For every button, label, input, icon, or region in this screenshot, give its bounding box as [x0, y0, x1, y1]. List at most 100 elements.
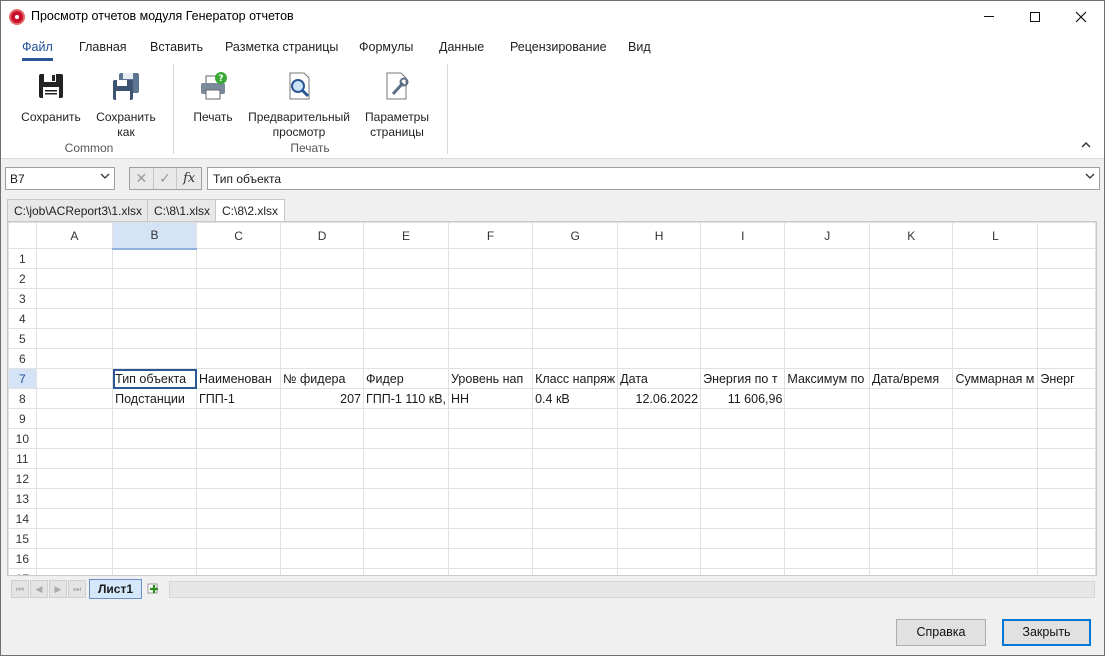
grid-cell[interactable] [700, 408, 786, 429]
grid-cell[interactable] [280, 528, 365, 549]
grid-cell[interactable]: Максимум по [784, 368, 871, 389]
grid-cell[interactable] [112, 548, 198, 569]
grid-cell[interactable] [35, 528, 114, 549]
grid-cell[interactable] [700, 428, 786, 449]
grid-cell[interactable]: НН [448, 388, 534, 409]
grid-cell[interactable] [196, 328, 282, 349]
grid-cell[interactable] [363, 468, 450, 489]
grid-cell[interactable] [280, 248, 365, 269]
grid-cell[interactable] [448, 268, 534, 289]
row-header[interactable]: 5 [8, 328, 37, 349]
doc-tab-3[interactable]: C:\8\2.xlsx [215, 199, 286, 222]
grid-cell[interactable] [363, 568, 450, 575]
grid-cell[interactable] [952, 428, 1039, 449]
row-header[interactable]: 11 [8, 448, 37, 469]
grid-cell[interactable] [196, 528, 282, 549]
grid-cell[interactable] [784, 568, 871, 575]
grid-cell[interactable] [196, 248, 282, 269]
grid-cell[interactable] [532, 548, 619, 569]
maximize-button[interactable] [1012, 1, 1058, 32]
grid-cell[interactable] [784, 428, 871, 449]
grid-cell[interactable] [700, 348, 786, 369]
horizontal-scrollbar[interactable] [169, 581, 1095, 598]
grid-cell[interactable] [448, 508, 534, 529]
grid-cell[interactable] [869, 348, 954, 369]
grid-cell[interactable] [617, 468, 702, 489]
grid-cell[interactable]: 11 606,96 [700, 388, 786, 409]
grid-cell[interactable] [869, 328, 954, 349]
tab-formulas[interactable]: Формулы [359, 40, 413, 54]
grid-cell[interactable] [784, 528, 871, 549]
grid-cell[interactable] [617, 268, 702, 289]
grid-cell[interactable] [700, 248, 786, 269]
grid-cell[interactable] [784, 508, 871, 529]
grid-cell[interactable]: ГПП-1 110 кВ, [363, 388, 450, 409]
grid-cell[interactable] [280, 348, 365, 369]
grid-cell[interactable] [532, 328, 619, 349]
grid-cell[interactable] [1037, 288, 1096, 309]
row-header[interactable]: 1 [8, 248, 37, 269]
grid-cell[interactable] [280, 308, 365, 329]
grid-cell[interactable] [35, 328, 114, 349]
column-header[interactable]: E [363, 222, 450, 249]
grid-cell[interactable] [952, 508, 1039, 529]
print-button[interactable]: ? Печать [189, 70, 237, 125]
grid-cell[interactable] [700, 488, 786, 509]
grid-cell[interactable] [363, 508, 450, 529]
row-header[interactable]: 10 [8, 428, 37, 449]
grid-cell[interactable] [952, 348, 1039, 369]
confirm-icon[interactable]: ✓ [154, 168, 178, 189]
tab-data[interactable]: Данные [439, 40, 484, 54]
grid-cell[interactable] [35, 288, 114, 309]
close-window-button[interactable] [1058, 1, 1104, 32]
grid-cell[interactable] [700, 568, 786, 575]
spreadsheet-grid[interactable]: A B C D E F G H I J K L 1 2 3 4 5 6 7 Тип объек… [7, 221, 1097, 576]
grid-cell[interactable] [448, 248, 534, 269]
grid-cell[interactable] [112, 248, 198, 269]
row-header[interactable]: 17 [8, 568, 37, 575]
grid-cell[interactable] [448, 468, 534, 489]
grid-cell[interactable] [952, 488, 1039, 509]
grid-cell[interactable] [112, 428, 198, 449]
grid-cell[interactable]: Дата [617, 368, 702, 389]
tab-file[interactable]: Файл [22, 40, 53, 61]
grid-cell[interactable] [1037, 308, 1096, 329]
print-preview-button[interactable]: Предварительный просмотр [245, 70, 353, 140]
grid-cell[interactable] [35, 248, 114, 269]
grid-cell[interactable] [869, 548, 954, 569]
grid-cell[interactable] [1037, 248, 1096, 269]
grid-cell[interactable] [784, 468, 871, 489]
row-header[interactable]: 9 [8, 408, 37, 429]
grid-cell[interactable] [280, 268, 365, 289]
grid-cell[interactable] [35, 508, 114, 529]
grid-cell[interactable] [784, 448, 871, 469]
grid-cell[interactable] [700, 508, 786, 529]
grid-cell[interactable] [1037, 408, 1096, 429]
column-header[interactable]: D [280, 222, 365, 249]
grid-cell[interactable] [784, 388, 871, 409]
grid-cell[interactable] [35, 388, 114, 409]
grid-cell[interactable] [363, 348, 450, 369]
grid-cell[interactable] [784, 408, 871, 429]
grid-cell[interactable] [952, 268, 1039, 289]
grid-cell[interactable] [784, 548, 871, 569]
column-header[interactable]: G [532, 222, 619, 249]
grid-cell[interactable] [112, 528, 198, 549]
row-header[interactable]: 13 [8, 488, 37, 509]
row-header[interactable]: 2 [8, 268, 37, 289]
tab-review[interactable]: Рецензирование [510, 40, 607, 54]
row-header[interactable]: 3 [8, 288, 37, 309]
column-header[interactable]: B [112, 222, 198, 250]
grid-cell[interactable] [784, 328, 871, 349]
next-sheet-icon[interactable]: ▶ [49, 580, 67, 598]
grid-cell[interactable] [112, 448, 198, 469]
grid-cell[interactable] [363, 428, 450, 449]
grid-cell[interactable]: Подстанции [112, 388, 198, 409]
grid-cell[interactable] [112, 488, 198, 509]
grid-cell[interactable] [280, 468, 365, 489]
grid-cell[interactable] [952, 528, 1039, 549]
collapse-ribbon-icon[interactable] [1081, 140, 1091, 152]
row-header[interactable]: 12 [8, 468, 37, 489]
grid-cell[interactable] [448, 328, 534, 349]
grid-cell[interactable] [1037, 468, 1096, 489]
